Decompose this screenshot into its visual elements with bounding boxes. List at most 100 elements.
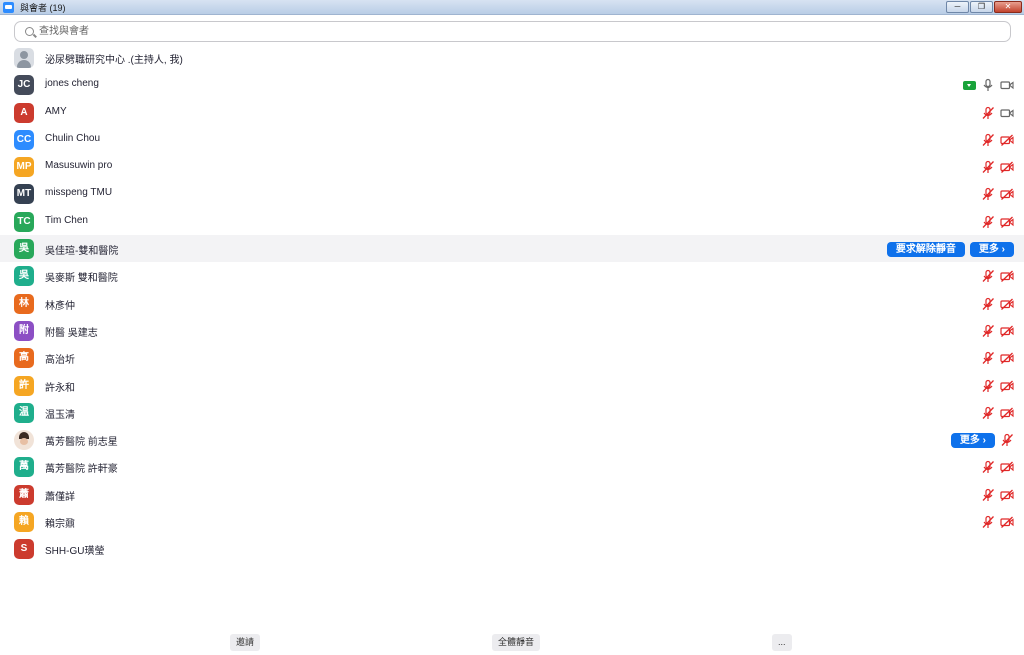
video-off-icon[interactable] bbox=[1000, 324, 1014, 338]
participant-status bbox=[981, 133, 1014, 147]
video-off-icon[interactable] bbox=[1000, 515, 1014, 529]
participant-status bbox=[981, 460, 1014, 474]
minimize-button[interactable]: ─ bbox=[946, 1, 969, 13]
video-off-icon[interactable] bbox=[1000, 187, 1014, 201]
mic-muted-icon[interactable] bbox=[1000, 433, 1014, 447]
search-input[interactable] bbox=[39, 24, 999, 39]
participant-name: 蕭僅詳 bbox=[45, 491, 75, 503]
participant-row[interactable]: 賴賴宗鼐 bbox=[0, 508, 1024, 535]
avatar: 温 bbox=[14, 402, 34, 423]
participant-status: 更多 › bbox=[950, 432, 1014, 448]
participant-name: AMY bbox=[45, 105, 67, 117]
video-off-icon[interactable] bbox=[1000, 379, 1014, 393]
avatar: TC bbox=[14, 211, 34, 232]
video-off-icon[interactable] bbox=[1000, 488, 1014, 502]
mic-muted-icon[interactable] bbox=[981, 460, 995, 474]
ask-to-unmute-button[interactable]: 要求解除靜音 bbox=[886, 241, 965, 257]
video-off-icon[interactable] bbox=[1000, 351, 1014, 365]
mic-muted-icon[interactable] bbox=[981, 379, 995, 393]
maximize-button[interactable]: ❐ bbox=[970, 1, 993, 13]
participant-name: 温玉清 bbox=[45, 409, 75, 421]
participant-row[interactable]: S SHH-GU璜瑩 bbox=[0, 535, 1024, 562]
participant-row[interactable]: 泌尿劈職研究中心 .(主持人, 我) bbox=[0, 44, 1024, 71]
participant-row[interactable]: 吳吳麥斯 雙和醫院 bbox=[0, 262, 1024, 289]
mic-muted-icon[interactable] bbox=[981, 324, 995, 338]
avatar: S bbox=[14, 539, 34, 560]
avatar: 蕭 bbox=[14, 484, 34, 505]
avatar: JC bbox=[14, 75, 34, 96]
zoom-app-icon bbox=[3, 2, 14, 13]
participant-row[interactable]: 温温玉清 bbox=[0, 399, 1024, 426]
more-options-button[interactable]: ... bbox=[772, 634, 792, 651]
mic-muted-icon[interactable] bbox=[981, 106, 995, 120]
participant-status bbox=[981, 324, 1014, 338]
participant-row[interactable]: 附附醫 吳建志 bbox=[0, 317, 1024, 344]
video-off-icon[interactable] bbox=[1000, 215, 1014, 229]
participant-status bbox=[981, 351, 1014, 365]
participant-row[interactable]: 吳吳佳瑄-雙和醫院 要求解除靜音 更多 › bbox=[0, 235, 1024, 263]
mic-muted-icon[interactable] bbox=[981, 160, 995, 174]
participant-row[interactable]: 林林彥仲 bbox=[0, 290, 1024, 317]
video-off-icon[interactable] bbox=[1000, 269, 1014, 283]
more-button[interactable]: 更多 › bbox=[950, 432, 995, 448]
participant-list: 泌尿劈職研究中心 .(主持人, 我) JC jones cheng A AMY CC Chu… bbox=[0, 44, 1024, 563]
mic-muted-icon[interactable] bbox=[981, 187, 995, 201]
close-button[interactable]: ✕ bbox=[994, 1, 1022, 13]
avatar bbox=[14, 48, 34, 68]
mic-muted-icon[interactable] bbox=[981, 297, 995, 311]
invite-button[interactable]: 邀請 bbox=[230, 634, 261, 651]
video-off-icon[interactable] bbox=[1000, 133, 1014, 147]
video-off-icon[interactable] bbox=[1000, 297, 1014, 311]
mic-muted-icon[interactable] bbox=[981, 215, 995, 229]
participant-row[interactable]: MT misspeng TMU bbox=[0, 180, 1024, 207]
more-button[interactable]: 更多 › bbox=[969, 241, 1014, 257]
participant-name: Masusuwin pro bbox=[45, 160, 113, 172]
avatar: CC bbox=[14, 129, 34, 150]
participant-name: 賴宗鼐 bbox=[45, 519, 75, 531]
participant-name: Chulin Chou bbox=[45, 132, 101, 144]
participant-row[interactable]: TC Tim Chen bbox=[0, 208, 1024, 235]
participant-status bbox=[981, 187, 1014, 201]
participant-row[interactable]: 萬萬芳醫院 許軒豪 bbox=[0, 453, 1024, 480]
video-off-icon[interactable] bbox=[1000, 460, 1014, 474]
mic-muted-icon[interactable] bbox=[981, 351, 995, 365]
share-screen-badge-icon bbox=[963, 80, 976, 90]
participant-row[interactable]: 高高治圻 bbox=[0, 344, 1024, 371]
participant-name: 吳麥斯 雙和醫院 bbox=[45, 273, 118, 285]
participant-row[interactable]: 蕭蕭僅詳 bbox=[0, 481, 1024, 508]
avatar: 高 bbox=[14, 348, 34, 369]
avatar: 附 bbox=[14, 320, 34, 341]
avatar: A bbox=[14, 102, 34, 123]
mic-muted-icon[interactable] bbox=[981, 133, 995, 147]
mute-all-button[interactable]: 全體靜音 bbox=[492, 634, 541, 651]
avatar bbox=[14, 430, 34, 451]
avatar: 許 bbox=[14, 375, 34, 396]
video-off-icon[interactable] bbox=[1000, 406, 1014, 420]
mic-muted-icon[interactable] bbox=[981, 515, 995, 529]
participant-status bbox=[981, 215, 1014, 229]
participant-row[interactable]: CC Chulin Chou bbox=[0, 126, 1024, 153]
participant-row[interactable]: MP Masusuwin pro bbox=[0, 153, 1024, 180]
mic-muted-icon[interactable] bbox=[981, 269, 995, 283]
video-icon[interactable] bbox=[1000, 78, 1014, 92]
search-box[interactable] bbox=[14, 21, 1011, 42]
participant-status bbox=[981, 488, 1014, 502]
participant-status bbox=[981, 379, 1014, 393]
participant-name: 泌尿劈職研究中心 .(主持人, 我) bbox=[45, 55, 183, 66]
mic-muted-icon[interactable] bbox=[981, 406, 995, 420]
participant-name: misspeng TMU bbox=[45, 187, 113, 199]
participant-name: 附醫 吳建志 bbox=[45, 327, 98, 339]
mic-icon[interactable] bbox=[981, 78, 995, 92]
participant-row[interactable]: JC jones cheng bbox=[0, 71, 1024, 98]
video-icon[interactable] bbox=[1000, 106, 1014, 120]
participant-name: 吳佳瑄-雙和醫院 bbox=[45, 246, 119, 258]
video-off-icon[interactable] bbox=[1000, 160, 1014, 174]
participant-row[interactable]: 萬芳醫院 前志星 更多 › bbox=[0, 426, 1024, 453]
participant-name: 林彥仲 bbox=[45, 300, 75, 312]
participant-status bbox=[981, 515, 1014, 529]
mic-muted-icon[interactable] bbox=[981, 488, 995, 502]
participant-row[interactable]: 許許永和 bbox=[0, 372, 1024, 399]
participant-row[interactable]: A AMY bbox=[0, 99, 1024, 126]
participant-status bbox=[981, 269, 1014, 283]
avatar: 林 bbox=[14, 293, 34, 314]
